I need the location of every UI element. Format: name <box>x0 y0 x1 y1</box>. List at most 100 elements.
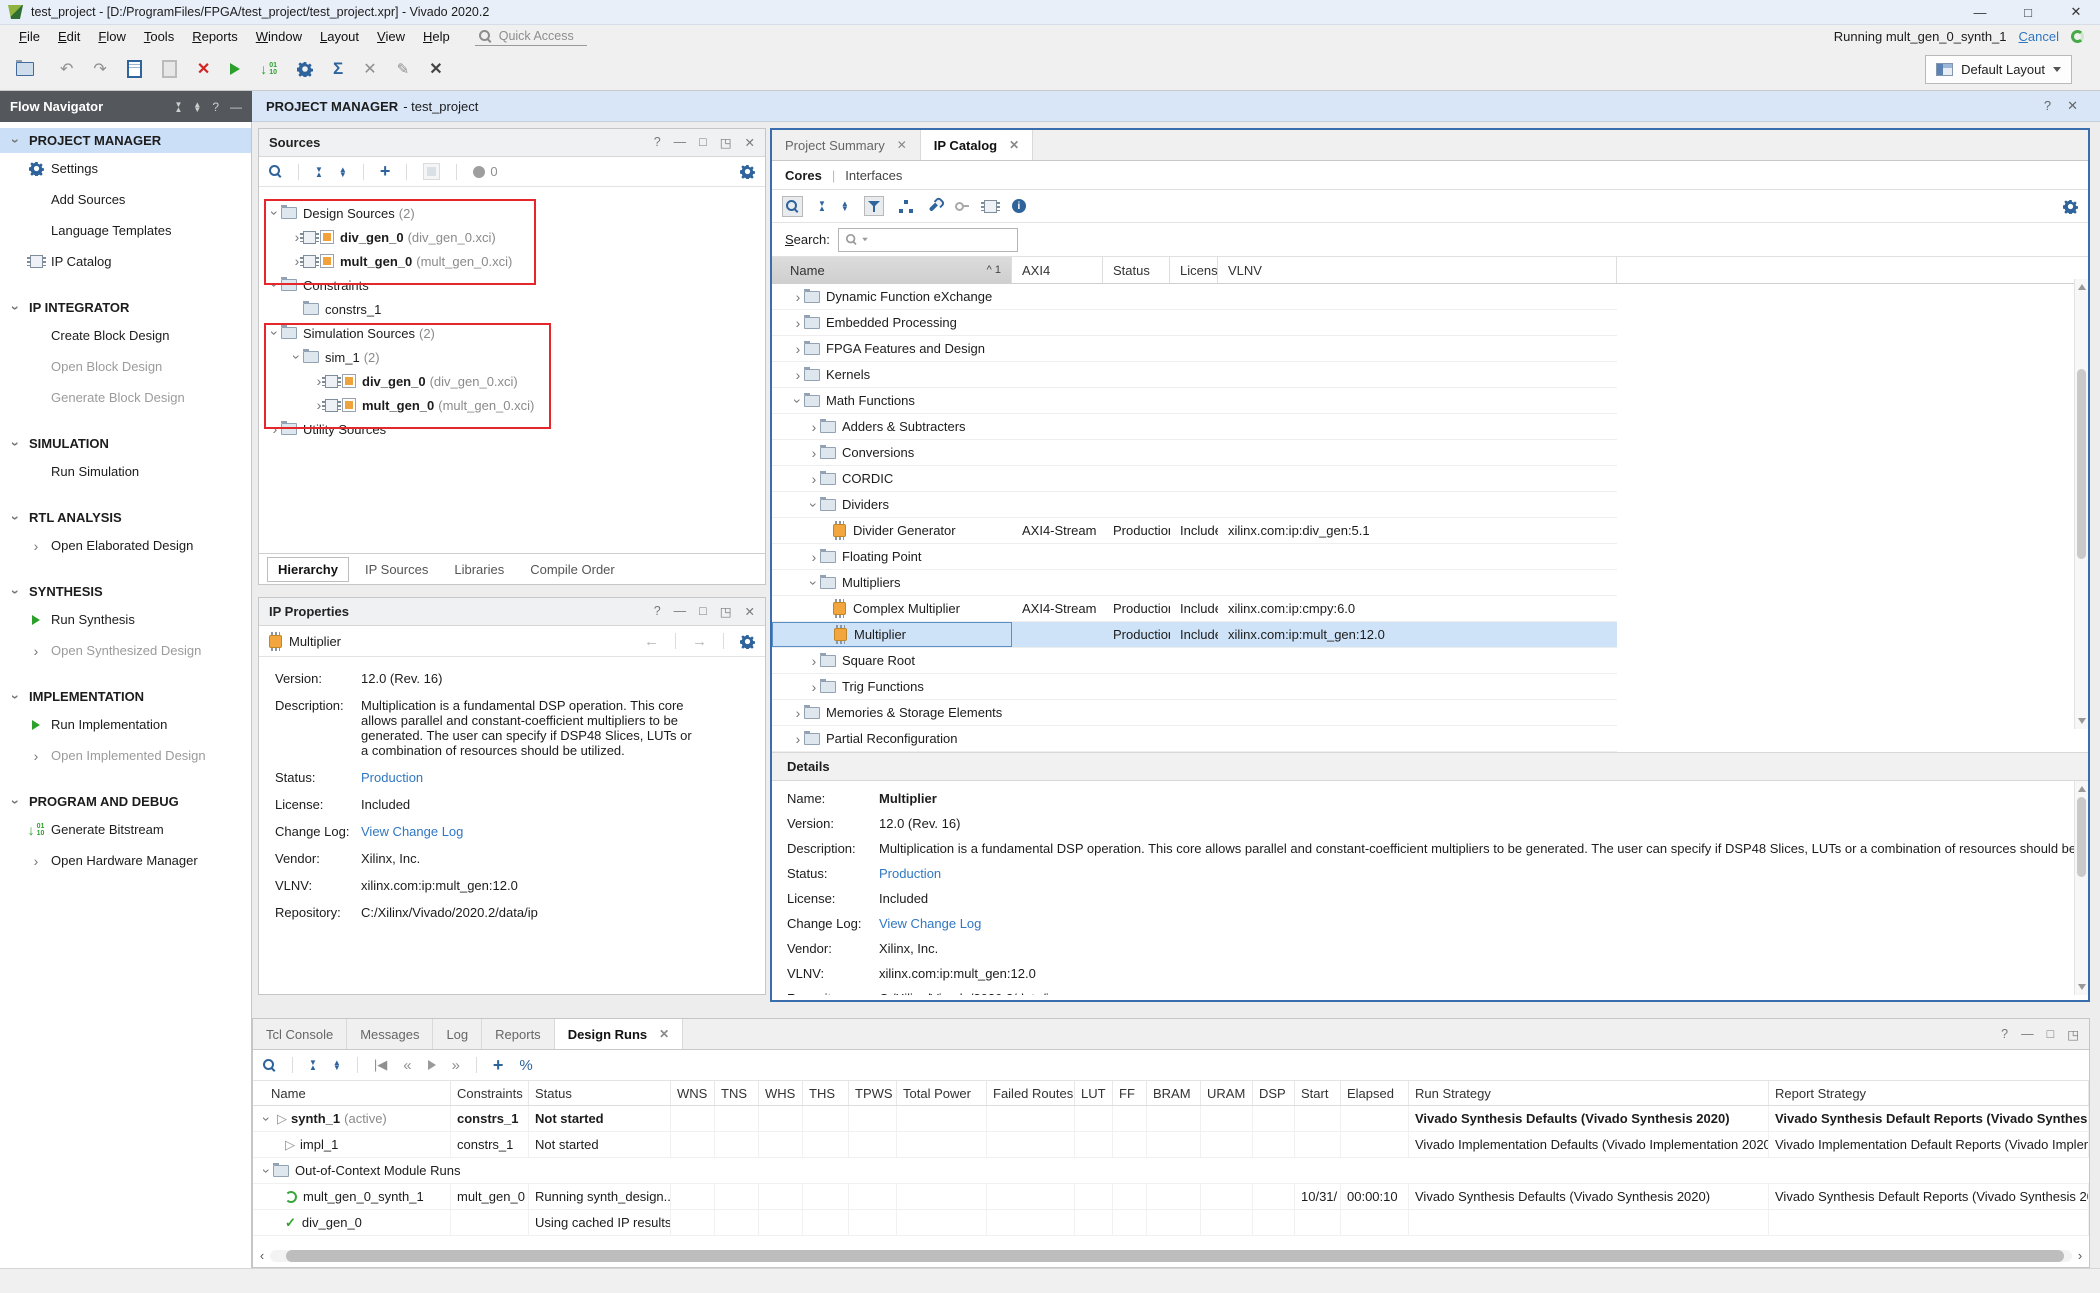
expander-icon[interactable]: › <box>791 395 805 407</box>
collapse-all-icon[interactable]: ▼▲ <box>818 201 826 211</box>
step-back-icon[interactable]: « <box>403 1057 411 1074</box>
delete-icon[interactable]: ✕ <box>197 59 210 79</box>
tab-messages[interactable]: Messages <box>347 1019 433 1049</box>
copy-icon[interactable] <box>127 60 142 78</box>
catalog-row-math-functions[interactable]: ›Math Functions <box>772 388 1617 414</box>
chevron-right-icon[interactable]: › <box>30 854 42 868</box>
col-ths[interactable]: THS <box>803 1081 849 1105</box>
flow-item-language-templates[interactable]: Language Templates <box>0 215 251 246</box>
col-whs[interactable]: WHS <box>759 1081 803 1105</box>
catalog-row-multiplier-selected[interactable]: Multiplier Production Included xilinx.co… <box>772 622 1617 648</box>
tree-item-design-sources[interactable]: › Design Sources(2) <box>259 201 765 225</box>
expander-icon[interactable]: › <box>808 680 820 694</box>
close-tab-icon[interactable]: ✕ <box>1009 138 1019 152</box>
redo-icon[interactable]: ↷ <box>93 59 106 79</box>
flow-section-simulation[interactable]: › SIMULATION <box>0 431 251 456</box>
expander-icon[interactable]: › <box>792 706 804 720</box>
quick-access-search[interactable]: Quick Access <box>475 27 587 46</box>
add-sources-icon[interactable]: + <box>380 161 391 182</box>
catalog-row-trig-functions[interactable]: ›Trig Functions <box>772 674 1617 700</box>
catalog-row-square-root[interactable]: ›Square Root <box>772 648 1617 674</box>
flow-item-open-elaborated-design[interactable]: › Open Elaborated Design <box>0 530 251 561</box>
flow-item-settings[interactable]: Settings <box>0 153 251 184</box>
group-by-hierarchy-icon[interactable] <box>899 200 913 213</box>
expander-icon[interactable]: › <box>807 499 821 511</box>
expander-icon[interactable]: › <box>268 279 282 291</box>
menu-layout[interactable]: Layout <box>311 29 368 44</box>
catalog-row-kernels[interactable]: ›Kernels <box>772 362 1617 388</box>
flow-item-run-simulation[interactable]: Run Simulation <box>0 456 251 487</box>
menu-flow[interactable]: Flow <box>89 29 134 44</box>
cut-disabled-icon[interactable]: ✕ <box>363 59 376 79</box>
maximize-panel-icon[interactable]: □ <box>699 135 707 150</box>
catalog-row-memories-storage[interactable]: ›Memories & Storage Elements <box>772 700 1617 726</box>
customize-wrench-icon[interactable] <box>929 201 940 212</box>
chevron-down-icon[interactable]: › <box>9 135 23 147</box>
help-icon[interactable]: ? <box>212 100 219 114</box>
chevron-right-icon[interactable]: › <box>30 749 42 763</box>
expander-icon[interactable]: › <box>808 420 820 434</box>
forward-arrow-icon[interactable]: → <box>692 633 707 650</box>
search-icon[interactable] <box>782 196 803 217</box>
catalog-row-partial-reconfiguration[interactable]: ›Partial Reconfiguration <box>772 726 1617 752</box>
expand-all-icon[interactable]: ▲▼ <box>193 102 201 112</box>
catalog-row-cordic[interactable]: ›CORDIC <box>772 466 1617 492</box>
filter-icon[interactable] <box>864 196 884 216</box>
run-group-out-of-context[interactable]: ›Out-of-Context Module Runs <box>253 1158 2089 1184</box>
expander-icon[interactable]: › <box>268 327 282 339</box>
chevron-down-icon[interactable]: › <box>9 691 23 703</box>
menu-file[interactable]: File <box>10 29 49 44</box>
tab-compile-order[interactable]: Compile Order <box>520 558 625 581</box>
close-tab-icon[interactable]: ✕ <box>897 138 907 152</box>
search-icon[interactable] <box>263 1059 276 1072</box>
flow-section-synthesis[interactable]: › SYNTHESIS <box>0 579 251 604</box>
tab-project-summary[interactable]: Project Summary ✕ <box>772 130 921 160</box>
col-constraints[interactable]: Constraints <box>451 1081 529 1105</box>
catalog-row-complex-multiplier[interactable]: Complex Multiplier AXI4-Stream Productio… <box>772 596 1617 622</box>
flow-item-create-block-design[interactable]: Create Block Design <box>0 320 251 351</box>
help-icon[interactable]: ? <box>2044 98 2051 114</box>
tab-ip-sources[interactable]: IP Sources <box>355 558 438 581</box>
expander-icon[interactable]: › <box>807 577 821 589</box>
menu-edit[interactable]: Edit <box>49 29 89 44</box>
col-run-strategy[interactable]: Run Strategy <box>1409 1081 1769 1105</box>
close-tab-icon[interactable]: ✕ <box>659 1027 669 1041</box>
catalog-row-fpga-features[interactable]: ›FPGA Features and Design <box>772 336 1617 362</box>
run-icon[interactable] <box>230 63 240 75</box>
tree-item-simulation-sources[interactable]: › Simulation Sources(2) <box>259 321 765 345</box>
catalog-row-adders-subtracters[interactable]: ›Adders & Subtracters <box>772 414 1617 440</box>
flow-section-project-manager[interactable]: › PROJECT MANAGER <box>0 128 251 153</box>
view-tab-cores[interactable]: Cores <box>785 168 822 183</box>
help-icon[interactable]: ? <box>654 135 661 150</box>
catalog-row-conversions[interactable]: ›Conversions <box>772 440 1617 466</box>
col-bram[interactable]: BRAM <box>1147 1081 1201 1105</box>
flow-section-rtl-analysis[interactable]: › RTL ANALYSIS <box>0 505 251 530</box>
tab-reports[interactable]: Reports <box>482 1019 555 1049</box>
menu-window[interactable]: Window <box>247 29 311 44</box>
tree-item-constrs-1[interactable]: constrs_1 <box>259 297 765 321</box>
run-row-div-gen-0[interactable]: ✓div_gen_0 Using cached IP results <box>253 1210 2089 1236</box>
layout-selector-dropdown[interactable]: Default Layout <box>1925 55 2072 84</box>
tree-item-constraints[interactable]: › Constraints <box>259 273 765 297</box>
marker-icon[interactable]: ✕ <box>429 59 442 79</box>
expand-all-icon[interactable]: ▲▼ <box>841 201 849 211</box>
package-chip-icon[interactable] <box>984 200 997 213</box>
expander-icon[interactable]: › <box>808 472 820 486</box>
maximize-button[interactable]: □ <box>2004 0 2052 24</box>
scroll-down-arrow[interactable] <box>2078 984 2086 990</box>
expander-icon[interactable]: › <box>290 351 304 363</box>
tab-libraries[interactable]: Libraries <box>444 558 514 581</box>
tree-item-sim-mult-gen-0[interactable]: › mult_gen_0(mult_gen_0.xci) <box>259 393 765 417</box>
expander-icon[interactable]: › <box>792 732 804 746</box>
step-forward-icon[interactable]: » <box>452 1057 460 1074</box>
tree-item-sim-1[interactable]: › sim_1(2) <box>259 345 765 369</box>
locate-disabled-icon[interactable] <box>423 163 440 180</box>
tab-ip-catalog[interactable]: IP Catalog ✕ <box>921 130 1033 160</box>
details-scrollbar[interactable] <box>2074 781 2088 995</box>
expander-icon[interactable]: › <box>269 422 281 436</box>
run-row-mult-gen-0-synth-1[interactable]: mult_gen_0_synth_1 mult_gen_0 Running sy… <box>253 1184 2089 1210</box>
close-panel-icon[interactable]: ✕ <box>745 604 755 619</box>
minimize-button[interactable]: — <box>1956 0 2004 24</box>
menu-view[interactable]: View <box>368 29 414 44</box>
search-icon[interactable] <box>269 165 282 178</box>
